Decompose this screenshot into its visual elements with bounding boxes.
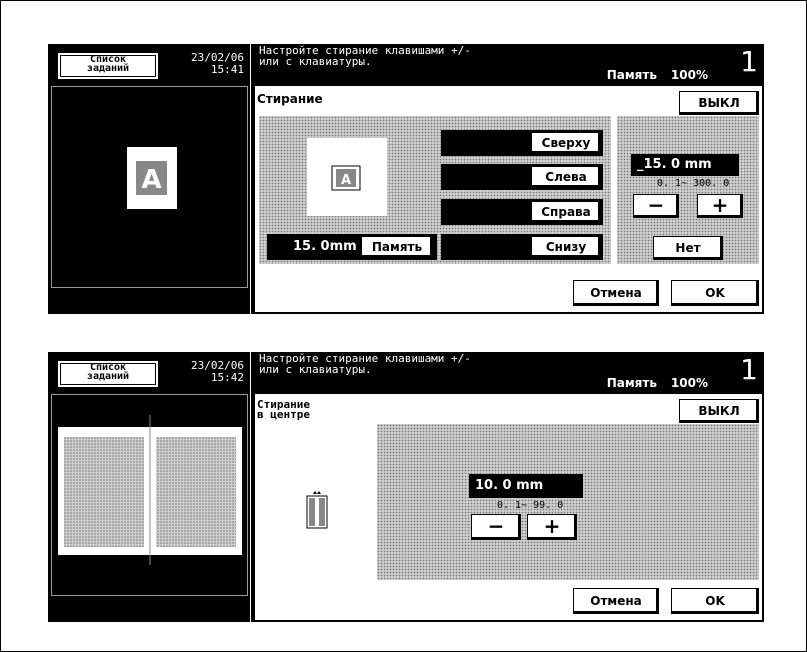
instruction-message: Настройте стирание клавишами +/- или с к… (259, 45, 471, 67)
value-input[interactable]: _15. 0 mm (631, 154, 739, 176)
memory-indicator: Память 100% (607, 376, 708, 390)
message-line2: или с клавиатуры. (259, 363, 372, 376)
center-erase-panel: Стирание в центре ВЫКЛ 10. 0 mm 0. 1~ 99… (255, 394, 762, 620)
datetime: 23/02/06 15:41 (191, 52, 244, 76)
screen-edge-erase: Список заданий 23/02/06 15:41 A Настройт… (48, 44, 764, 314)
left-status-pane: Список заданий 23/02/06 15:41 A (48, 44, 250, 314)
preview-letter: A (141, 165, 161, 195)
value-entry-area: 10. 0 mm 0. 1~ 99. 0 − + (377, 424, 759, 580)
width-display: 15. 0mm Память (267, 234, 437, 260)
decrement-button[interactable]: − (633, 194, 679, 218)
memory-value: 100% (670, 68, 708, 82)
bottom-side-button[interactable]: Снизу (531, 236, 601, 258)
job-list-label-line2: заданий (86, 371, 130, 382)
left-status-pane: Список заданий 23/02/06 15:42 (48, 352, 250, 622)
ok-button[interactable]: OK (671, 280, 759, 306)
left-side-button[interactable]: Слева (531, 166, 601, 188)
job-list-button[interactable]: Список заданий (58, 361, 158, 387)
panel-title: Стирание (257, 92, 323, 106)
value-range: 0. 1~ 99. 0 (497, 500, 564, 511)
job-list-label-line2: заданий (86, 63, 130, 74)
panel-title-line2: в центре (257, 408, 310, 421)
value-input-text: _15. 0 mm (637, 157, 712, 172)
memory-indicator: Память 100% (607, 68, 708, 82)
side-right-row: Справа (441, 199, 603, 225)
increment-button[interactable]: + (697, 194, 743, 218)
preview-box (51, 394, 248, 596)
cancel-button[interactable]: Отмена (573, 280, 659, 306)
instruction-message: Настройте стирание клавишами +/- или с к… (259, 353, 471, 375)
off-button[interactable]: ВЫКЛ (679, 91, 759, 115)
decrement-button[interactable]: − (471, 514, 521, 540)
erase-preview-letter: A (341, 173, 351, 188)
no-button[interactable]: Нет (653, 236, 723, 260)
value-input[interactable]: 10. 0 mm (469, 474, 583, 498)
value-range: 0. 1~ 300. 0 (657, 178, 730, 189)
cancel-button[interactable]: Отмена (573, 588, 659, 614)
center-erase-icon (306, 491, 328, 529)
right-main-pane: Настройте стирание клавишами +/- или с к… (251, 352, 764, 622)
book-spread-preview-icon (58, 415, 242, 565)
erase-panel: Стирание ВЫКЛ A 15. 0mm Память Сверху Сл (255, 86, 762, 312)
increment-button[interactable]: + (527, 514, 577, 540)
document-preview-icon: A (127, 147, 177, 209)
width-value: 15. 0mm (293, 239, 357, 254)
side-bottom-row: Снизу (441, 234, 603, 260)
value-input-text: 10. 0 mm (475, 478, 544, 493)
memory-label: Память (606, 68, 657, 82)
side-left-row: Слева (441, 164, 603, 190)
value-entry-area: _15. 0 mm 0. 1~ 300. 0 − + Нет (617, 116, 759, 264)
memory-value: 100% (670, 376, 708, 390)
side-top-row: Сверху (441, 130, 603, 156)
erase-preview-icon: A (307, 138, 387, 216)
right-main-pane: Настройте стирание клавишами +/- или с к… (251, 44, 764, 314)
memory-button[interactable]: Память (361, 236, 433, 258)
time: 15:42 (210, 371, 244, 384)
panel-title: Стирание в центре (257, 399, 310, 421)
screen-center-erase: Список заданий 23/02/06 15:42 Настройте … (48, 352, 764, 622)
ok-button[interactable]: OK (671, 588, 759, 614)
datetime: 23/02/06 15:42 (191, 360, 244, 384)
preview-box: A (51, 86, 248, 288)
right-side-button[interactable]: Справа (531, 201, 601, 223)
time: 15:41 (210, 63, 244, 76)
memory-label: Память (606, 376, 657, 390)
side-selection-area: A 15. 0mm Память Сверху Слева Справа Сни… (259, 116, 611, 264)
off-button[interactable]: ВЫКЛ (679, 399, 759, 423)
job-list-button[interactable]: Список заданий (58, 53, 158, 79)
message-line2: или с клавиатуры. (259, 55, 372, 68)
page-number: 1 (740, 353, 758, 386)
page-number: 1 (740, 45, 758, 78)
top-side-button[interactable]: Сверху (531, 132, 601, 154)
